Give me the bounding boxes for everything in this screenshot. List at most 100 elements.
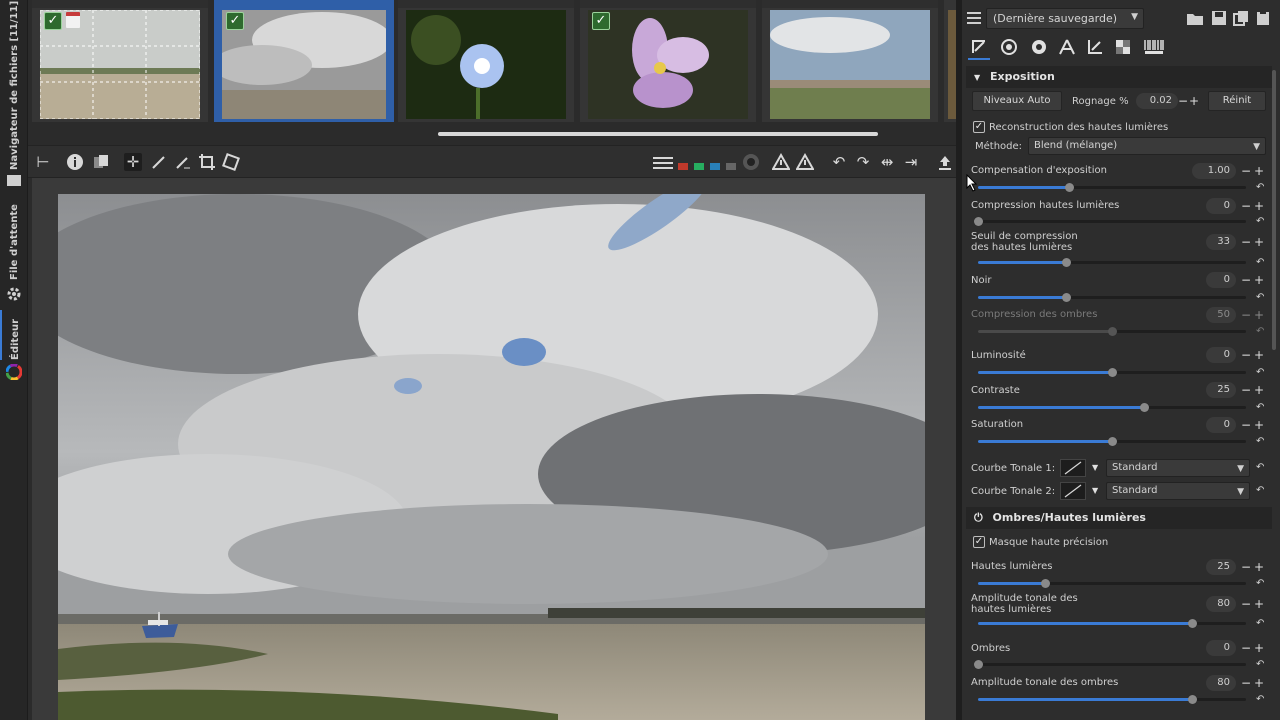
red-channel-icon[interactable] [678, 163, 688, 170]
slider-value[interactable]: 1.00 [1192, 163, 1236, 179]
preview-mode-icon[interactable] [652, 153, 674, 171]
tab-details[interactable] [998, 38, 1020, 60]
decrement-icon[interactable]: − [1241, 199, 1251, 213]
flip-horizontal-icon[interactable]: ⇹ [878, 153, 896, 171]
increment-icon[interactable]: + [1254, 273, 1264, 287]
focus-mask-icon[interactable] [742, 153, 760, 171]
auto-levels-button[interactable]: Niveaux Auto [972, 91, 1062, 111]
sh-shadows-range-slider[interactable] [978, 695, 1246, 704]
thumbnail[interactable]: ✓ [32, 0, 208, 122]
slider-value[interactable]: 0 [1206, 640, 1236, 656]
thumbnail[interactable]: ✓ [580, 0, 756, 122]
clip-decrement-icon[interactable]: − [1178, 94, 1188, 108]
reset-icon[interactable]: ↶ [1256, 257, 1264, 268]
tab-editor[interactable]: Éditeur [0, 310, 28, 360]
shadow-clip-warning-icon[interactable] [772, 153, 790, 171]
decrement-icon[interactable]: − [1241, 383, 1251, 397]
reset-icon[interactable]: ↶ [1256, 216, 1264, 227]
decrement-icon[interactable]: − [1241, 597, 1251, 611]
reset-icon[interactable]: ↶ [1256, 462, 1264, 473]
rotate-left-icon[interactable]: ↶ [830, 153, 848, 171]
increment-icon[interactable]: + [1254, 641, 1264, 655]
power-icon[interactable]: ⏻ [974, 511, 983, 524]
sh-highlights-slider[interactable] [978, 579, 1246, 588]
green-channel-icon[interactable] [694, 163, 704, 170]
shadow-compression-slider[interactable] [978, 327, 1246, 336]
slider-value[interactable]: 33 [1206, 234, 1236, 250]
slider-value[interactable]: 25 [1206, 382, 1236, 398]
slider-value[interactable]: 25 [1206, 559, 1236, 575]
increment-icon[interactable]: + [1254, 199, 1264, 213]
load-profile-icon[interactable] [1186, 10, 1204, 26]
increment-icon[interactable]: + [1254, 560, 1264, 574]
slider-value[interactable]: 0 [1206, 198, 1236, 214]
increment-icon[interactable]: + [1254, 308, 1264, 322]
panel-scrollbar[interactable] [1272, 70, 1276, 350]
reset-button[interactable]: Réinit [1208, 91, 1266, 111]
reset-icon[interactable]: ↶ [1256, 402, 1264, 413]
tab-raw[interactable] [1112, 38, 1134, 60]
sh-shadows-slider[interactable] [974, 660, 1246, 669]
increment-icon[interactable]: + [1254, 597, 1264, 611]
reset-icon[interactable]: ↶ [1256, 659, 1264, 670]
tone-curve-2-editor-button[interactable] [1060, 482, 1086, 500]
reset-icon[interactable]: ↶ [1256, 182, 1264, 193]
history-list-icon[interactable] [966, 10, 982, 26]
decrement-icon[interactable]: − [1241, 273, 1251, 287]
highlight-clip-warning-icon[interactable] [796, 153, 814, 171]
flip-vertical-icon[interactable]: ⇥ [902, 153, 920, 171]
straighten-icon[interactable] [222, 153, 240, 171]
tab-advanced[interactable] [1056, 38, 1078, 60]
tone-curve-1-editor-button[interactable] [1060, 459, 1086, 477]
collapse-panel-icon[interactable]: ⊢ [34, 153, 52, 171]
reset-icon[interactable]: ↶ [1256, 292, 1264, 303]
tab-exposure[interactable] [968, 38, 990, 60]
processing-profile-select[interactable]: (Dernière sauvegarde) ▼ [986, 8, 1144, 29]
decrement-icon[interactable]: − [1241, 348, 1251, 362]
slider-value[interactable]: 0 [1206, 347, 1236, 363]
save-profile-icon[interactable] [1210, 10, 1228, 26]
reset-icon[interactable]: ↶ [1256, 485, 1264, 496]
clip-input[interactable]: 0.02 [1136, 93, 1178, 109]
highlight-threshold-slider[interactable] [978, 258, 1246, 267]
increment-icon[interactable]: + [1254, 348, 1264, 362]
tab-file-browser[interactable]: Navigateur de fichiers [11/11] [0, 1, 28, 170]
decrement-icon[interactable]: − [1241, 641, 1251, 655]
tone-curve-2-select[interactable]: Standard ▼ [1106, 482, 1250, 500]
decrement-icon[interactable]: − [1241, 560, 1251, 574]
thumbnail[interactable] [762, 0, 938, 122]
method-select[interactable]: Blend (mélange) ▼ [1028, 137, 1266, 155]
hand-tool-icon[interactable]: ✛ [124, 153, 142, 171]
thumbnail-selected[interactable]: ✓ [214, 0, 394, 122]
decrement-icon[interactable]: − [1241, 308, 1251, 322]
paste-profile-icon[interactable] [1254, 10, 1272, 26]
tab-queue[interactable]: File d'attente [0, 200, 28, 280]
luminance-channel-icon[interactable] [726, 163, 736, 170]
slider-value[interactable]: 0 [1206, 417, 1236, 433]
slider-value[interactable]: 0 [1206, 272, 1236, 288]
decrement-icon[interactable]: − [1241, 164, 1251, 178]
increment-icon[interactable]: + [1254, 235, 1264, 249]
tab-metadata[interactable] [1142, 38, 1166, 60]
slider-value[interactable]: 50 [1206, 307, 1236, 323]
before-after-icon[interactable] [92, 153, 110, 171]
exposure-section-header[interactable]: ▼ Exposition [966, 66, 1272, 88]
filmstrip-scrollbar[interactable] [438, 132, 878, 136]
increment-icon[interactable]: + [1254, 676, 1264, 690]
decrement-icon[interactable]: − [1241, 418, 1251, 432]
blue-channel-icon[interactable] [710, 163, 720, 170]
reset-icon[interactable]: ↶ [1256, 367, 1264, 378]
copy-profile-icon[interactable] [1232, 10, 1250, 26]
increment-icon[interactable]: + [1254, 383, 1264, 397]
reset-icon[interactable]: ↶ [1256, 436, 1264, 447]
high-quality-mask-checkbox[interactable]: ✓ [973, 536, 985, 548]
tone-curve-1-select[interactable]: Standard ▼ [1106, 459, 1250, 477]
lightness-slider[interactable] [978, 368, 1246, 377]
decrement-icon[interactable]: − [1241, 235, 1251, 249]
reset-icon[interactable]: ↶ [1256, 578, 1264, 589]
increment-icon[interactable]: + [1254, 418, 1264, 432]
shadows-highlights-section-header[interactable]: ⏻ Ombres/Hautes lumières [966, 507, 1272, 529]
slider-value[interactable]: 80 [1206, 596, 1236, 612]
reset-icon[interactable]: ↶ [1256, 694, 1264, 705]
highlight-compression-slider[interactable] [974, 217, 1246, 226]
